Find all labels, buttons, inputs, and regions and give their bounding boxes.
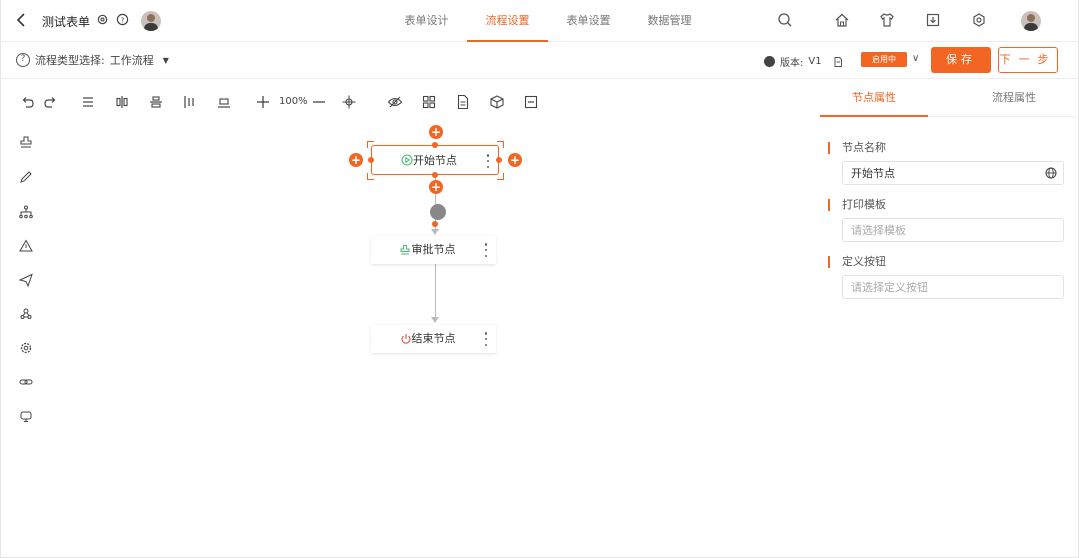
- tab-flow-properties[interactable]: 流程属性: [960, 80, 1068, 116]
- undo-icon[interactable]: [20, 94, 36, 110]
- custom-button-label: 定义按钮: [828, 256, 886, 268]
- zoom-in-icon[interactable]: [255, 94, 271, 110]
- window-left-border: [0, 0, 1, 558]
- approve-node-label: 审批节点: [411, 243, 456, 256]
- tab-flow-settings[interactable]: 流程设置: [467, 0, 548, 42]
- drag-cursor-handle[interactable]: [430, 204, 446, 220]
- custom-button-select[interactable]: [842, 275, 1064, 299]
- flow-type-value: 工作流程: [109, 54, 154, 67]
- add-node-top-button[interactable]: +: [429, 125, 443, 139]
- tab-form-settings[interactable]: 表单设置: [548, 0, 629, 42]
- status-badge: 启用中: [861, 52, 907, 67]
- user-avatar-small[interactable]: [141, 11, 161, 31]
- version-icon: [764, 56, 775, 67]
- align-left-icon[interactable]: [182, 94, 198, 110]
- settings-icon[interactable]: [971, 12, 987, 28]
- end-node-more-icon[interactable]: [484, 332, 488, 346]
- save-button[interactable]: 保存: [931, 47, 991, 73]
- back-arrow-icon[interactable]: [14, 12, 28, 28]
- print-template-select[interactable]: [842, 218, 1064, 242]
- zoom-level: 100%: [279, 96, 308, 107]
- tab-data-management[interactable]: 数据管理: [629, 0, 710, 42]
- align-bottom-icon[interactable]: [216, 94, 232, 110]
- settings-gear-icon[interactable]: [96, 13, 109, 26]
- start-anchor-right[interactable]: [496, 157, 502, 163]
- send-paper-plane-icon[interactable]: [18, 272, 34, 288]
- cube-icon[interactable]: [489, 94, 505, 110]
- user-avatar[interactable]: [1021, 11, 1041, 31]
- node-name-label: 节点名称: [828, 142, 886, 154]
- svg-text:?: ?: [121, 15, 125, 24]
- align-menu-icon[interactable]: [80, 94, 96, 110]
- form-title: 测试表单: [42, 15, 91, 29]
- home-icon[interactable]: [834, 12, 850, 28]
- align-center-vertical-icon[interactable]: [148, 94, 164, 110]
- grid-layout-icon[interactable]: [421, 94, 437, 110]
- document-icon[interactable]: [455, 94, 471, 110]
- help-icon[interactable]: ?: [116, 13, 129, 26]
- search-icon[interactable]: [777, 12, 793, 28]
- storage-node-icon[interactable]: [18, 409, 34, 425]
- fit-view-icon[interactable]: [341, 94, 357, 110]
- flow-type-label: 流程类型选择:: [35, 54, 105, 67]
- version-info: 版本: V1: [764, 54, 844, 69]
- properties-tabs: 节点属性 流程属性: [820, 80, 1079, 117]
- skin-shirt-icon[interactable]: [879, 12, 895, 28]
- condition-triangle-icon[interactable]: [18, 238, 34, 254]
- start-node-more-icon[interactable]: [486, 154, 490, 168]
- collapse-minus-icon[interactable]: [523, 94, 539, 110]
- question-icon: ?: [16, 53, 30, 67]
- webhook-icon[interactable]: [18, 306, 34, 322]
- edge-arrow-2: [431, 317, 439, 323]
- add-node-left-button[interactable]: +: [349, 153, 363, 167]
- link-icon[interactable]: [18, 374, 34, 390]
- pen-tool-icon[interactable]: [18, 169, 34, 185]
- start-anchor-left[interactable]: [368, 157, 374, 163]
- main-tabs: 表单设计 流程设置 表单设置 数据管理: [386, 0, 710, 42]
- flow-type-selector[interactable]: ? 流程类型选择: 工作流程 ▼: [16, 52, 169, 68]
- add-node-bottom-button[interactable]: +: [429, 180, 443, 194]
- caret-down-icon: ▼: [162, 55, 169, 65]
- edge-approve-end: [435, 264, 436, 320]
- approve-node-more-icon[interactable]: [484, 243, 488, 257]
- download-icon[interactable]: [925, 12, 941, 28]
- history-file-icon[interactable]: [832, 56, 844, 68]
- redo-icon[interactable]: [42, 94, 58, 110]
- add-node-right-button[interactable]: +: [508, 153, 522, 167]
- hide-eye-icon[interactable]: [387, 94, 403, 110]
- print-template-label: 打印模板: [828, 199, 886, 211]
- next-step-button[interactable]: 下一步: [998, 47, 1058, 73]
- version-label: 版本:: [780, 58, 804, 69]
- start-node[interactable]: 开始节点: [371, 145, 499, 175]
- start-anchor-top[interactable]: [432, 142, 438, 148]
- tab-form-design[interactable]: 表单设计: [386, 0, 467, 42]
- node-name-input[interactable]: [842, 161, 1064, 185]
- align-center-horizontal-icon[interactable]: [114, 94, 130, 110]
- branch-tree-icon[interactable]: [18, 204, 34, 220]
- top-header: 测试表单 ? 表单设计 流程设置 表单设置 数据管理: [0, 0, 1079, 42]
- gear-node-icon[interactable]: [18, 340, 34, 356]
- version-value: V1: [808, 56, 822, 67]
- end-node[interactable]: 结束节点: [371, 325, 496, 353]
- approver-node-tool-icon[interactable]: [18, 134, 34, 150]
- start-anchor-bottom[interactable]: [432, 172, 438, 178]
- edge-midpoint-anchor[interactable]: [432, 221, 438, 227]
- version-dropdown-chevron-icon[interactable]: ∨: [912, 53, 919, 64]
- zoom-out-icon[interactable]: [311, 94, 327, 110]
- end-node-label: 结束节点: [411, 332, 456, 345]
- approve-node[interactable]: 审批节点: [371, 236, 496, 264]
- language-globe-icon[interactable]: [1045, 167, 1057, 179]
- edge-arrow-1: [431, 229, 439, 235]
- tab-node-properties[interactable]: 节点属性: [820, 80, 928, 117]
